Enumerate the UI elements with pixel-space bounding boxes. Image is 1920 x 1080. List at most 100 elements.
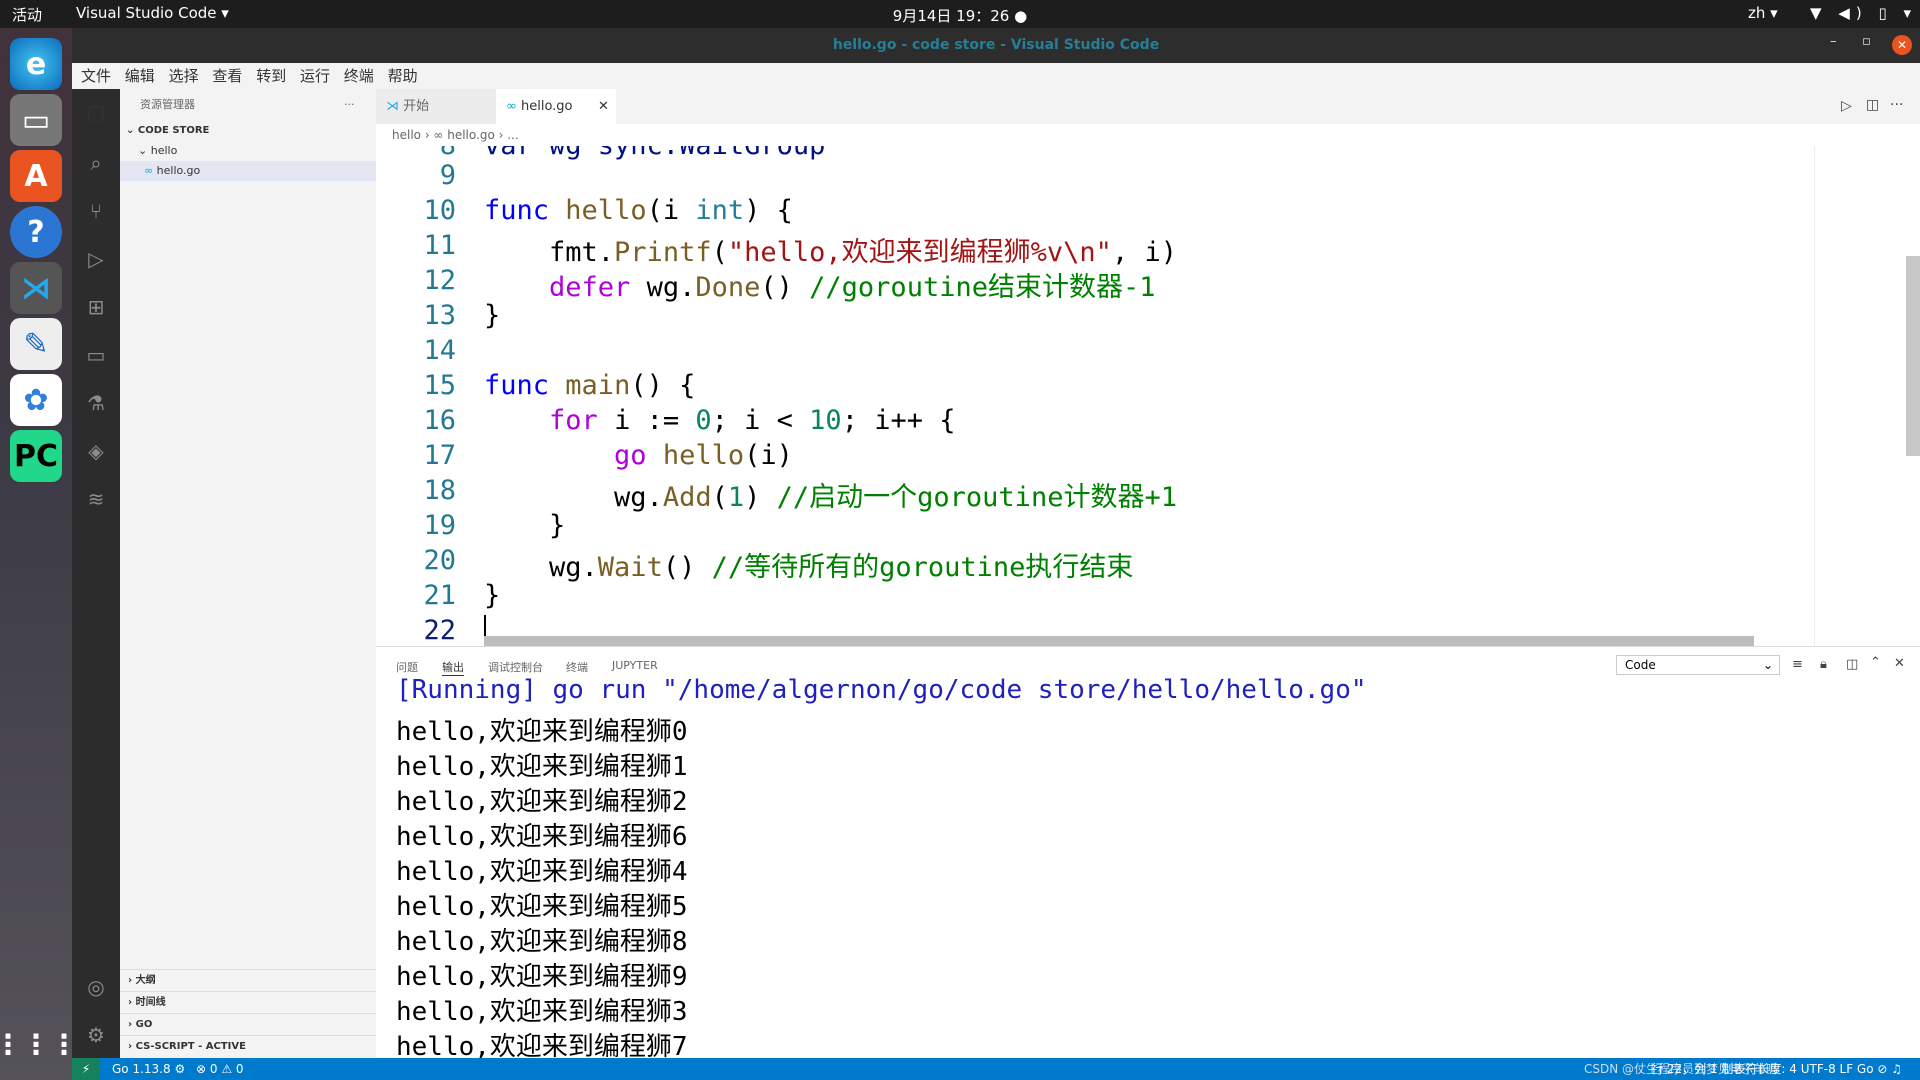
- tab-close-icon[interactable]: ✕: [598, 89, 609, 124]
- line-number: 16: [423, 405, 456, 436]
- status-right-items[interactable]: 行 22，列 1 制表符长度: 4 UTF-8 LF Go ⊘ ♫: [1651, 1058, 1902, 1080]
- section-label: 大纲: [135, 975, 156, 986]
- section-outline[interactable]: › 大纲: [120, 969, 376, 991]
- menu-selection[interactable]: 选择: [169, 63, 199, 89]
- output-running-line: [Running] go run "/home/algernon/go/code…: [396, 675, 1367, 705]
- more-actions-icon[interactable]: ···: [344, 89, 355, 121]
- vertical-scrollbar[interactable]: [1906, 256, 1920, 456]
- menu-bar: 文件 编辑 选择 查看 转到 运行 终端 帮助: [72, 63, 1920, 89]
- editor-tabs: ⋊ 开始 ∞ hello.go ✕ ▷ ◫ ···: [376, 89, 1920, 124]
- section-label: CS-SCRIPT - ACTIVE: [135, 1041, 246, 1052]
- activity-bar: ❐ ⌕ ⑂ ▷ ⊞ ▭ ⚗ ◈ ≋ ◎ ⚙: [72, 89, 120, 1058]
- tab-problems[interactable]: 问题: [396, 659, 418, 675]
- system-top-bar: 活动 Visual Studio Code ▾ 9月14日 19：26 ● zh…: [0, 0, 1920, 28]
- folder-label: hello: [150, 144, 178, 157]
- line-number: 20: [423, 545, 456, 576]
- tab-jupyter[interactable]: JUPYTER: [612, 659, 658, 672]
- menu-terminal[interactable]: 终端: [344, 63, 374, 89]
- output-channel-select[interactable]: Code ⌄: [1616, 655, 1780, 675]
- source-control-icon[interactable]: ⑂: [84, 199, 108, 223]
- menu-help[interactable]: 帮助: [388, 63, 418, 89]
- more-actions-icon[interactable]: ···: [1890, 97, 1903, 113]
- tree-root[interactable]: ⌄ CODE STORE: [120, 121, 376, 141]
- remote-indicator[interactable]: ⚡: [72, 1058, 100, 1080]
- explorer-icon[interactable]: ❐: [84, 103, 108, 127]
- maximize-panel-icon[interactable]: ⌃: [1870, 655, 1881, 670]
- extensions-icon[interactable]: ⊞: [84, 295, 108, 319]
- menu-edit[interactable]: 编辑: [125, 63, 155, 89]
- line-number: 9: [439, 160, 456, 191]
- software-center-icon[interactable]: A: [10, 150, 62, 202]
- app-grid-icon[interactable]: ⋮⋮⋮: [0, 1018, 78, 1070]
- files-icon[interactable]: ▭: [10, 94, 62, 146]
- chevron-down-icon: ⌄: [1762, 658, 1773, 672]
- status-bar: ⚡ Go 1.13.8 ⚙ ⊗ 0 ⚠ 0 CSDN @仗生程序员会梦见电子羊吗…: [72, 1058, 1920, 1080]
- explorer-sidebar: 资源管理器 ··· ⌄ CODE STORE ⌄ hello ∞ hello.go…: [120, 89, 376, 1058]
- code-line: }: [484, 510, 566, 541]
- code-line: wg.Add(1) //启动一个goroutine计数器+1: [484, 482, 1177, 513]
- explorer-header: 资源管理器 ···: [120, 89, 376, 121]
- vscode-icon[interactable]: ⋊: [10, 262, 62, 314]
- horizontal-scrollbar[interactable]: [484, 636, 1754, 646]
- run-debug-icon[interactable]: ▷: [84, 247, 108, 271]
- tree-file[interactable]: ∞ hello.go: [120, 161, 376, 181]
- line-number: 8: [376, 146, 456, 161]
- python-icon[interactable]: ◈: [84, 439, 108, 463]
- pycharm-icon[interactable]: PC: [10, 430, 62, 482]
- menu-run[interactable]: 运行: [300, 63, 330, 89]
- line-number: 13: [423, 300, 456, 331]
- tab-label: hello.go: [520, 99, 573, 114]
- close-button[interactable]: ✕: [1892, 35, 1912, 55]
- tab-hello-go[interactable]: ∞ hello.go ✕: [496, 89, 616, 124]
- tab-output[interactable]: 输出: [442, 659, 464, 676]
- root-label: CODE STORE: [137, 125, 210, 136]
- help-icon[interactable]: ?: [10, 206, 62, 258]
- section-go[interactable]: › GO: [120, 1013, 376, 1035]
- close-panel-icon[interactable]: ✕: [1894, 656, 1905, 671]
- go-file-icon: ∞: [144, 164, 154, 177]
- tree-folder[interactable]: ⌄ hello: [120, 141, 376, 161]
- go-file-icon: ∞: [506, 99, 517, 114]
- open-editor-icon[interactable]: ◫: [1846, 657, 1858, 672]
- lock-icon[interactable]: 🔒︎: [1820, 657, 1827, 672]
- window-title: hello.go - code store - Visual Studio Co…: [832, 37, 1160, 53]
- code-line: var wg sync.WaitGroup: [484, 146, 825, 161]
- account-icon[interactable]: ◎: [84, 975, 108, 999]
- maximize-button[interactable]: ▫: [1862, 34, 1871, 49]
- line-number: 14: [423, 335, 456, 366]
- tab-label: 开始: [403, 99, 430, 114]
- tab-debug-console[interactable]: 调试控制台: [488, 659, 543, 675]
- section-cs-script[interactable]: › CS-SCRIPT - ACTIVE: [120, 1035, 376, 1057]
- section-timeline[interactable]: › 时间线: [120, 991, 376, 1013]
- text-editor-icon[interactable]: ✎: [10, 318, 62, 370]
- split-editor-icon[interactable]: ◫: [1866, 97, 1879, 113]
- tab-welcome[interactable]: ⋊ 开始: [376, 89, 496, 124]
- docker-icon[interactable]: ≋: [84, 487, 108, 511]
- breadcrumb[interactable]: hello › ∞ hello.go › ...: [376, 124, 1920, 146]
- remote-explorer-icon[interactable]: ▭: [84, 343, 108, 367]
- testing-icon[interactable]: ⚗: [84, 391, 108, 415]
- menu-file[interactable]: 文件: [81, 63, 111, 89]
- minimap[interactable]: [1814, 146, 1900, 646]
- go-version[interactable]: Go 1.13.8 ⚙: [112, 1058, 185, 1080]
- run-icon[interactable]: ▷: [1841, 98, 1852, 114]
- menu-go[interactable]: 转到: [256, 63, 286, 89]
- line-number: 21: [423, 580, 456, 611]
- code-line: fmt.Printf("hello,欢迎来到编程狮%v\n", i): [484, 237, 1177, 268]
- clear-output-icon[interactable]: ≡: [1792, 657, 1803, 672]
- code-line: }: [484, 300, 501, 331]
- minimize-button[interactable]: –: [1830, 34, 1837, 49]
- code-editor[interactable]: 8 var wg sync.WaitGroup 9 10 func hello(…: [376, 146, 1920, 646]
- menu-view[interactable]: 查看: [212, 63, 242, 89]
- window-titlebar: hello.go - code store - Visual Studio Co…: [72, 28, 1920, 63]
- input-language[interactable]: zh ▾: [1748, 4, 1778, 22]
- system-tray[interactable]: ▼ ◀) ▯ ▾: [1810, 4, 1917, 22]
- problems-count[interactable]: ⊗ 0 ⚠ 0: [196, 1058, 244, 1080]
- clock[interactable]: 9月14日 19：26 ●: [0, 5, 1920, 26]
- tab-terminal[interactable]: 终端: [566, 659, 588, 675]
- search-icon[interactable]: ⌕: [84, 151, 108, 175]
- edge-browser-icon[interactable]: e: [10, 38, 62, 90]
- line-number: 18: [423, 475, 456, 506]
- baidu-netdisk-icon[interactable]: ✿: [10, 374, 62, 426]
- settings-gear-icon[interactable]: ⚙: [84, 1023, 108, 1047]
